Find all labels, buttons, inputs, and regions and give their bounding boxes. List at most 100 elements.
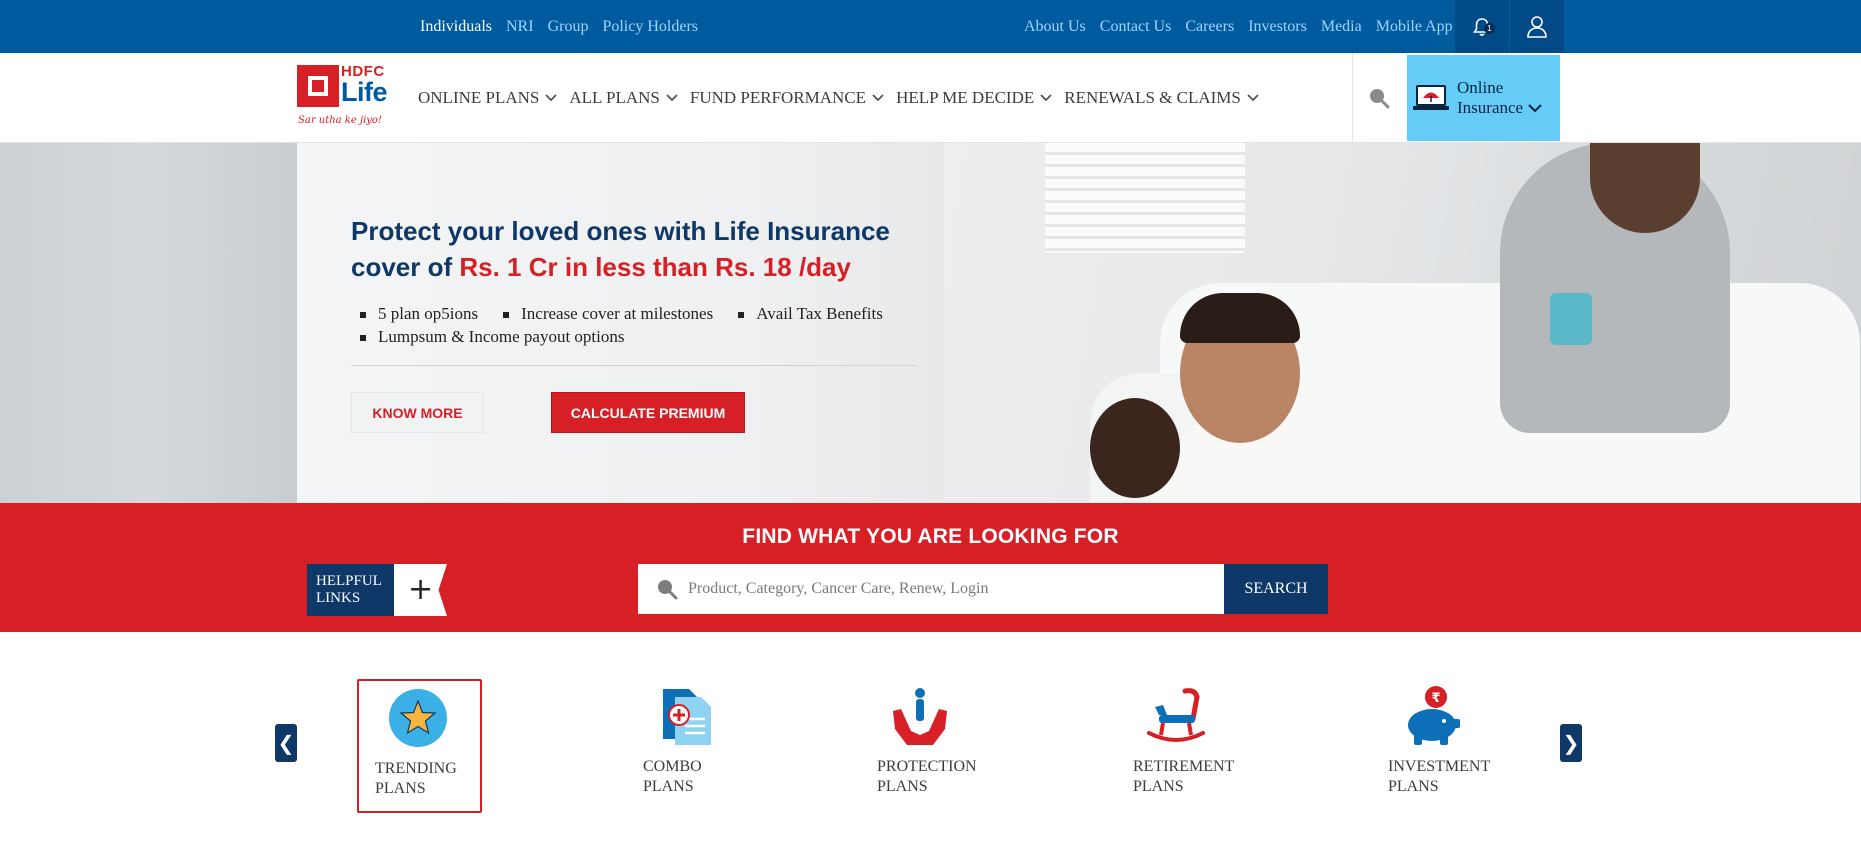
menu-renewals-claims[interactable]: RENEWALS & CLAIMS xyxy=(1064,88,1259,108)
category-label: COMBO PLANS xyxy=(643,757,753,797)
chevron-down-icon xyxy=(1247,94,1259,102)
notifications-button[interactable]: 1 xyxy=(1455,0,1509,53)
category-label-line2: PLANS xyxy=(1133,778,1184,795)
online-insurance-label: Online Insurance xyxy=(1457,78,1542,118)
carousel-prev-button[interactable]: ❮ xyxy=(275,724,297,762)
category-retirement-plans[interactable]: RETIREMENT PLANS xyxy=(1117,679,1242,813)
menu-online-plans[interactable]: ONLINE PLANS xyxy=(418,88,557,108)
category-investment-plans[interactable]: ₹ INVESTMENT PLANS xyxy=(1372,679,1497,813)
search-input[interactable] xyxy=(688,580,1208,598)
category-label-line2: PLANS xyxy=(1388,778,1439,795)
hdfc-life-logo[interactable]: HDFC Life Sar utha ke jiyo! xyxy=(297,63,397,135)
category-label: RETIREMENT PLANS xyxy=(1133,757,1243,797)
star-icon xyxy=(389,689,447,747)
chevron-down-icon xyxy=(872,94,884,102)
protection-hands-icon xyxy=(893,688,947,745)
menu-all-plans[interactable]: ALL PLANS xyxy=(569,88,678,108)
svg-text:₹: ₹ xyxy=(1431,691,1440,706)
menu-help-me-decide-label: HELP ME DECIDE xyxy=(896,88,1035,107)
logo-mark xyxy=(297,65,339,107)
menu-renewals-claims-label: RENEWALS & CLAIMS xyxy=(1064,88,1241,107)
logo-brand-bottom: Life xyxy=(341,77,388,107)
category-label-line1: TRENDING xyxy=(375,760,457,777)
carousel-next-button[interactable]: ❯ xyxy=(1560,724,1582,762)
category-label-line1: PROTECTION xyxy=(877,758,977,775)
link-group[interactable]: Group xyxy=(548,18,589,36)
chevron-down-icon xyxy=(666,94,678,102)
nav-search-button[interactable] xyxy=(1353,53,1405,143)
calculate-premium-button[interactable]: CALCULATE PREMIUM xyxy=(551,392,745,433)
link-individuals[interactable]: Individuals xyxy=(420,18,492,36)
corporate-links: About Us Contact Us Careers Investors Me… xyxy=(1024,0,1467,53)
rocking-chair-icon xyxy=(1147,688,1205,742)
link-nri[interactable]: NRI xyxy=(506,18,534,36)
nav-menu: ONLINE PLANS ALL PLANS FUND PERFORMANCE … xyxy=(418,53,1271,143)
category-protection-plans[interactable]: PROTECTION PLANS xyxy=(861,679,986,813)
site-search-field xyxy=(638,564,1224,614)
online-insurance-line2: Insurance xyxy=(1457,98,1524,117)
link-mobile-app[interactable]: Mobile App xyxy=(1376,18,1453,36)
hero-headline: Protect your loved ones with Life Insura… xyxy=(351,213,911,285)
category-label-line2: PLANS xyxy=(643,778,694,795)
finder-band: FIND WHAT YOU ARE LOOKING FOR HELPFUL LI… xyxy=(0,503,1861,632)
benefit-item: Lumpsum & Income payout options xyxy=(351,325,624,348)
combo-document-icon xyxy=(663,689,711,745)
hero-left-backdrop xyxy=(0,143,297,503)
top-utility-bar: Individuals NRI Group Policy Holders Abo… xyxy=(0,0,1861,53)
menu-all-plans-label: ALL PLANS xyxy=(569,88,660,107)
know-more-button[interactable]: KNOW MORE xyxy=(351,392,484,433)
hero-benefits-list: 5 plan op5ions Increase cover at mileston… xyxy=(351,302,931,348)
menu-fund-performance-label: FUND PERFORMANCE xyxy=(689,88,867,107)
plus-icon: + xyxy=(394,564,447,616)
benefit-item: 5 plan op5ions xyxy=(351,302,478,325)
menu-fund-performance[interactable]: FUND PERFORMANCE xyxy=(690,88,884,108)
laptop-umbrella-icon xyxy=(1413,85,1449,110)
user-icon xyxy=(1527,15,1547,38)
chevron-down-icon xyxy=(1528,103,1542,112)
link-policy-holders[interactable]: Policy Holders xyxy=(602,18,698,36)
main-navigation: HDFC Life Sar utha ke jiyo! ONLINE PLANS… xyxy=(0,53,1861,143)
photo-child xyxy=(1090,398,1180,498)
hero-headline-highlight: Rs. 1 Cr in less than Rs. 18 /day xyxy=(459,252,851,282)
chevron-down-icon xyxy=(545,94,557,102)
link-about-us[interactable]: About Us xyxy=(1024,18,1086,36)
benefit-item: Avail Tax Benefits xyxy=(729,302,883,325)
link-investors[interactable]: Investors xyxy=(1248,18,1307,36)
online-insurance-line2-wrap: Insurance xyxy=(1457,98,1542,118)
online-insurance-button[interactable]: Online Insurance xyxy=(1407,55,1560,141)
search-icon xyxy=(1370,89,1390,109)
photo-mug xyxy=(1550,293,1592,345)
category-label: TRENDING PLANS xyxy=(375,759,485,799)
benefit-item: Increase cover at milestones xyxy=(494,302,713,325)
photo-father-hair xyxy=(1180,293,1300,343)
category-trending-plans[interactable]: TRENDING PLANS xyxy=(357,679,482,813)
account-button[interactable] xyxy=(1510,0,1564,53)
category-label-line1: COMBO xyxy=(643,758,702,775)
search-icon xyxy=(658,580,678,600)
helpful-links-label: HELPFUL LINKS xyxy=(307,564,394,616)
category-combo-plans[interactable]: COMBO PLANS xyxy=(627,679,752,813)
plan-categories: ❮ TRENDING PLANS COMBO PLANS PROTECTION … xyxy=(0,632,1861,863)
search-button[interactable]: SEARCH xyxy=(1224,564,1328,614)
piggy-bank-icon: ₹ xyxy=(1408,686,1460,745)
category-label-line1: RETIREMENT xyxy=(1133,758,1235,775)
notification-badge: 1 xyxy=(1484,23,1495,34)
link-contact-us[interactable]: Contact Us xyxy=(1100,18,1172,36)
category-label-line2: PLANS xyxy=(375,780,426,797)
link-careers[interactable]: Careers xyxy=(1185,18,1234,36)
category-label-line1: INVESTMENT xyxy=(1388,758,1491,775)
finder-title: FIND WHAT YOU ARE LOOKING FOR xyxy=(742,525,1119,548)
logo-tagline: Sar utha ke jiyo! xyxy=(298,115,382,126)
online-insurance-line1: Online xyxy=(1457,78,1504,97)
chevron-down-icon xyxy=(1040,94,1052,102)
hero-divider xyxy=(351,365,916,366)
menu-help-me-decide[interactable]: HELP ME DECIDE xyxy=(896,88,1052,108)
window-blind xyxy=(1045,143,1245,253)
helpful-links-toggle[interactable]: HELPFUL LINKS + xyxy=(307,564,447,616)
category-label: PROTECTION PLANS xyxy=(877,757,987,797)
link-media[interactable]: Media xyxy=(1321,18,1362,36)
menu-online-plans-label: ONLINE PLANS xyxy=(418,88,540,107)
audience-links: Individuals NRI Group Policy Holders xyxy=(420,0,712,53)
category-label: INVESTMENT PLANS xyxy=(1388,757,1498,797)
category-label-line2: PLANS xyxy=(877,778,928,795)
